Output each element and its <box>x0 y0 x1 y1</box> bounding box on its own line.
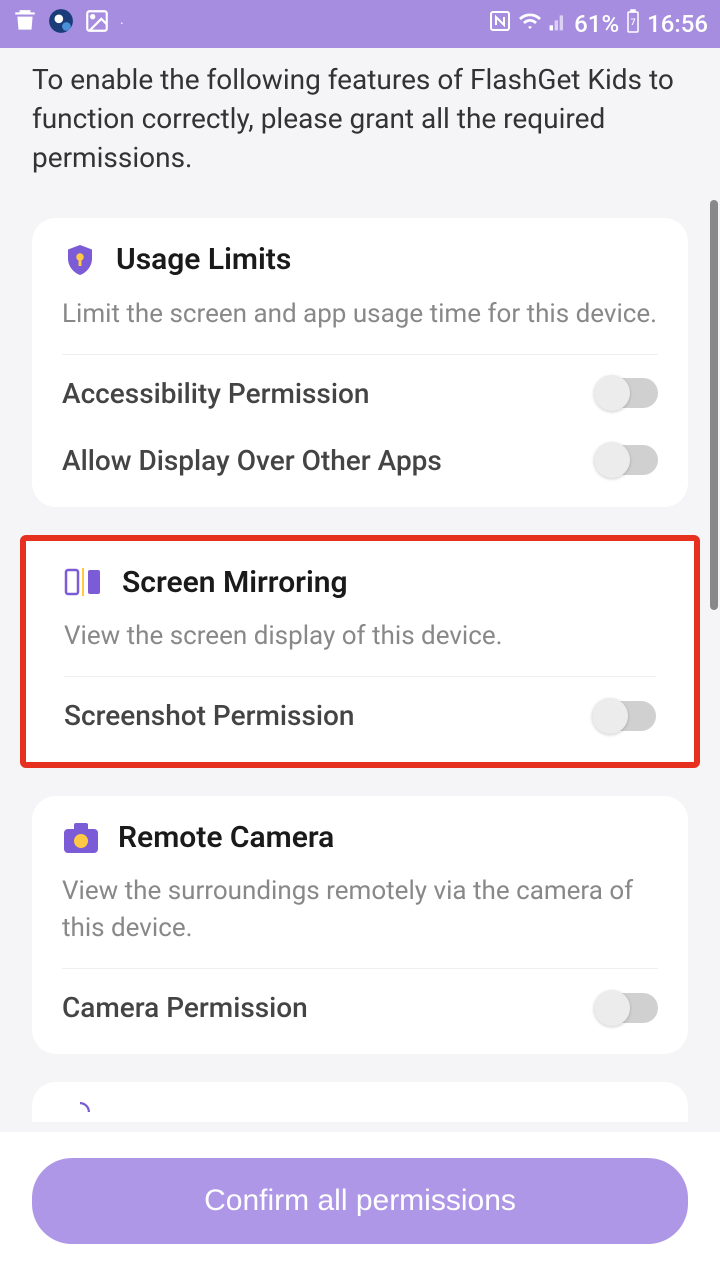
card-desc: View the surroundings remotely via the c… <box>62 873 658 969</box>
screenshot-toggle[interactable] <box>592 701 656 731</box>
card-header: Usage Limits <box>62 242 658 278</box>
bottom-bar: Confirm all permissions <box>0 1132 720 1280</box>
permission-label: Allow Display Over Other Apps <box>62 444 442 477</box>
card-title: Remote Camera <box>118 820 334 855</box>
permission-row[interactable]: Camera Permission <box>62 969 658 1030</box>
card-header <box>62 1102 658 1122</box>
wifi-icon <box>518 9 542 39</box>
screen-mirroring-card: Screen Mirroring View the screen display… <box>20 535 700 768</box>
usage-limits-card: Usage Limits Limit the screen and app us… <box>32 218 688 507</box>
accessibility-toggle[interactable] <box>594 378 658 408</box>
card-desc: View the screen display of this device. <box>64 618 656 677</box>
partial-icon <box>62 1102 98 1122</box>
camera-toggle[interactable] <box>594 993 658 1023</box>
app-badge-icon <box>48 8 74 40</box>
camera-icon <box>62 821 100 855</box>
svg-text:7: 7 <box>631 18 636 28</box>
mirror-icon <box>64 566 104 598</box>
gallery-icon <box>84 8 110 40</box>
dot-icon: · <box>120 16 124 32</box>
card-header: Screen Mirroring <box>64 565 656 600</box>
permission-label: Camera Permission <box>62 991 308 1024</box>
permission-row[interactable]: Screenshot Permission <box>64 677 656 738</box>
intro-text: To enable the following features of Flas… <box>0 48 720 218</box>
card-header: Remote Camera <box>62 820 658 855</box>
status-left: · <box>12 8 124 40</box>
confirm-all-button[interactable]: Confirm all permissions <box>32 1158 688 1244</box>
shield-icon <box>62 242 98 278</box>
card-title: Screen Mirroring <box>122 565 348 600</box>
bag-icon <box>12 8 38 40</box>
status-bar: · 61% 7 16:56 <box>0 0 720 48</box>
overlay-toggle[interactable] <box>594 445 658 475</box>
permission-label: Screenshot Permission <box>64 699 354 732</box>
battery-icon: 7 <box>625 9 641 39</box>
clock-time: 16:56 <box>647 10 708 38</box>
battery-percent: 61% <box>574 10 619 38</box>
scrollbar[interactable] <box>710 200 718 610</box>
card-title: Usage Limits <box>116 242 291 277</box>
permission-row[interactable]: Allow Display Over Other Apps <box>62 416 658 483</box>
status-right: 61% 7 16:56 <box>488 9 708 39</box>
content-area: Usage Limits Limit the screen and app us… <box>0 218 720 1123</box>
remote-camera-card: Remote Camera View the surroundings remo… <box>32 796 688 1054</box>
signal-icon <box>548 10 568 38</box>
card-desc: Limit the screen and app usage time for … <box>62 296 658 355</box>
partial-card <box>32 1082 688 1122</box>
permission-label: Accessibility Permission <box>62 377 369 410</box>
nfc-icon <box>488 9 512 39</box>
permission-row[interactable]: Accessibility Permission <box>62 355 658 416</box>
